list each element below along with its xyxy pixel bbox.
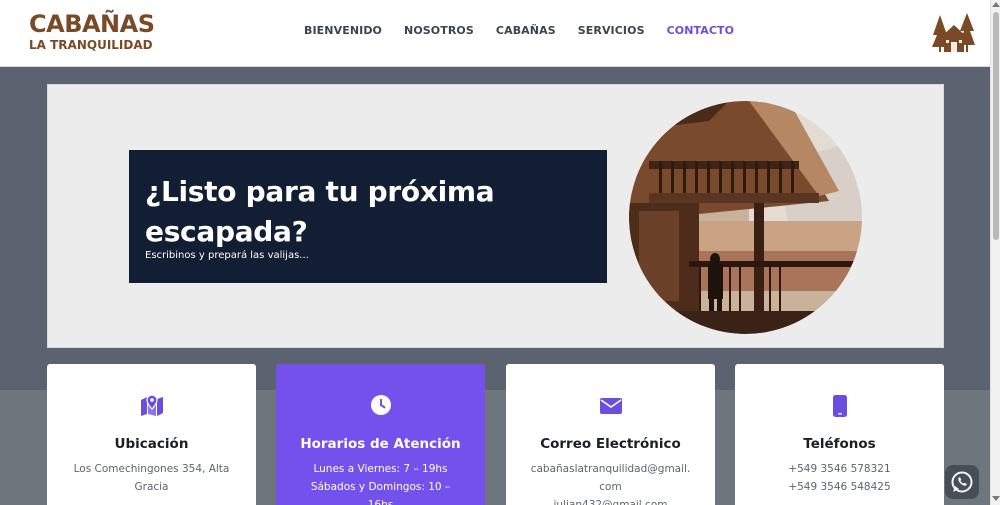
card-horarios: Horarios de Atención Lunes a Viernes: 7 …	[276, 364, 485, 505]
card-title: Horarios de Atención	[300, 436, 461, 452]
phone-link[interactable]: +549 3546 548425	[757, 478, 922, 496]
brand-line-1: CABAÑAS	[29, 10, 155, 38]
card-emails: cabañaslatranquilidad@gmail.com julian43…	[528, 460, 693, 505]
main-nav: BIENVENIDO NOSOTROS CABAÑAS SERVICIOS CO…	[304, 24, 756, 37]
hero-title: ¿Listo para tu próxima escapada?	[145, 175, 495, 248]
whatsapp-button[interactable]	[945, 465, 979, 499]
contact-hero: ¿Listo para tu próxima escapada? Escribi…	[47, 84, 944, 348]
hours-weekdays: Lunes a Viernes: 7 – 19hs	[313, 463, 448, 475]
scroll-up-arrow-icon[interactable]	[992, 2, 1000, 7]
card-title: Ubicación	[114, 436, 189, 452]
card-phones: +549 3546 578321 +549 3546 548425	[757, 460, 922, 496]
whatsapp-icon	[951, 471, 973, 493]
card-title: Correo Electrónico	[540, 436, 681, 452]
card-hours: Lunes a Viernes: 7 – 19hs Sábados y Domi…	[298, 460, 463, 505]
brand-logo[interactable]: CABAÑAS LA TRANQUILIDAD	[29, 12, 155, 51]
email-link[interactable]: julian432@gmail.com	[528, 496, 693, 505]
card-title: Teléfonos	[803, 436, 876, 452]
nav-servicios[interactable]: SERVICIOS	[578, 24, 645, 37]
page-scrollbar[interactable]	[990, 0, 1000, 505]
clock-icon	[370, 395, 391, 415]
map-icon	[140, 394, 163, 416]
nav-contacto[interactable]: CONTACTO	[667, 24, 735, 37]
cabin-balcony-photo	[629, 101, 862, 334]
cabin-logo-icon[interactable]	[932, 13, 976, 55]
card-correo: Correo Electrónico cabañaslatranquilidad…	[506, 364, 715, 505]
hero-text-box: ¿Listo para tu próxima escapada? Escribi…	[129, 150, 607, 283]
phone-icon	[832, 395, 847, 417]
scroll-thumb[interactable]	[993, 12, 999, 240]
brand-line-2: LA TRANQUILIDAD	[29, 38, 153, 52]
nav-bienvenido[interactable]: BIENVENIDO	[304, 24, 382, 37]
phone-link[interactable]: +549 3546 578321	[757, 460, 922, 478]
card-address: Los Comechingones 354, Alta Gracia	[73, 463, 230, 493]
card-telefonos: Teléfonos +549 3546 578321 +549 3546 548…	[735, 364, 944, 505]
hours-weekend: Sábados y Domingos: 10 – 16hs	[310, 481, 451, 505]
hero-subtitle: Escribinos y prepará las valijas...	[145, 250, 309, 261]
top-navbar: CABAÑAS LA TRANQUILIDAD BIENVENIDO NOSOT…	[0, 0, 990, 67]
scroll-down-arrow-icon[interactable]	[992, 496, 1000, 501]
card-ubicacion: Ubicación Los Comechingones 354, Alta Gr…	[47, 364, 256, 505]
nav-cabanas[interactable]: CABAÑAS	[496, 24, 556, 37]
email-link[interactable]: cabañaslatranquilidad@gmail.com	[528, 460, 693, 496]
nav-nosotros[interactable]: NOSOTROS	[404, 24, 474, 37]
envelope-icon	[599, 398, 622, 414]
